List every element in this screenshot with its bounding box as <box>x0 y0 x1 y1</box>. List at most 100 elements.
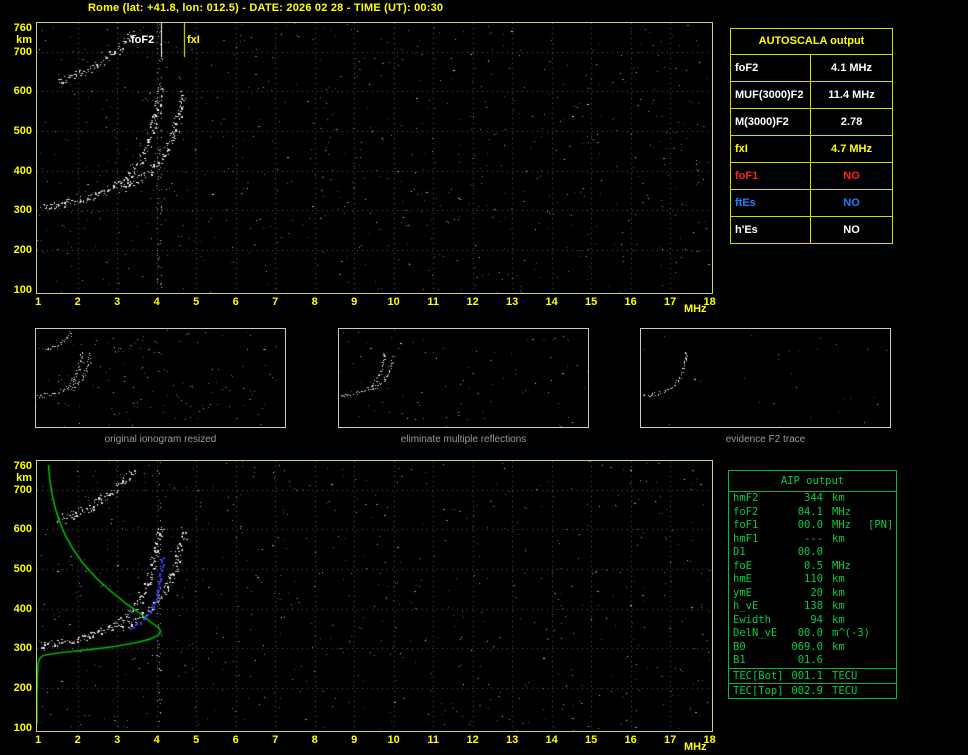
aip-param-value: 344 <box>804 492 823 504</box>
autoscala-param-name: M(3000)F2 <box>731 109 811 135</box>
autoscala-param-name: fxI <box>731 136 811 162</box>
aip-param-name: foE <box>733 559 752 572</box>
x-tick-label: 11 <box>427 734 439 746</box>
aip-param-value: 0.5 <box>804 559 823 572</box>
x-tick-label: 10 <box>387 296 400 308</box>
aip-param-value: 94 <box>810 613 823 626</box>
y-tick-label: 300 <box>13 204 32 217</box>
y-axis-unit-label: km <box>16 472 32 484</box>
aip-param-name: TEC[Top] <box>733 684 784 697</box>
aip-param-name: B1 <box>733 654 746 666</box>
y-tick-label: 500 <box>13 563 32 575</box>
autoscala-row: h'Es NO <box>731 217 892 243</box>
aip-row: ymE 20 km <box>729 587 896 601</box>
profile-ionogram-canvas <box>37 461 712 731</box>
aip-param-flag <box>867 546 896 560</box>
x-tick-label: 17 <box>664 296 677 308</box>
autoscala-param-value: 4.1 MHz <box>831 62 872 74</box>
x-tick-label: 14 <box>545 734 558 746</box>
station-date-time-title: Rome (lat: +41.8, lon: 012.5) - DATE: 20… <box>88 2 444 14</box>
aip-param-flag <box>867 654 896 668</box>
aip-param-value: 002.9 <box>791 684 823 697</box>
y-tick-label: 300 <box>13 642 32 655</box>
aip-param-unit: TECU <box>832 669 858 682</box>
aip-param-value: 00.0 <box>797 627 823 639</box>
aip-param-flag <box>867 492 896 506</box>
aip-param-name: Ewidth <box>733 613 771 626</box>
autoscala-row: foF1 NO <box>731 163 892 190</box>
aip-row: hmE 110 km <box>729 573 896 587</box>
aip-param-name: ymE <box>733 586 752 599</box>
autoscala-param-value: 11.4 MHz <box>828 89 875 101</box>
y-tick-label: 760 <box>13 459 32 472</box>
aip-param-unit: m^(-3) <box>832 627 870 639</box>
x-tick-label: 7 <box>272 296 279 308</box>
profile-ionogram-plot <box>36 460 713 732</box>
aip-row: foF2 04.1 MHz <box>729 506 896 520</box>
main-ionogram-plot <box>36 22 713 294</box>
aip-param-name: TEC[Bot] <box>733 669 784 682</box>
autoscala-row: MUF(3000)F2 11.4 MHz <box>731 82 892 109</box>
aip-param-name: hmE <box>733 573 752 585</box>
autoscala-window: Rome (lat: +41.8, lon: 012.5) - DATE: 20… <box>0 0 968 755</box>
aip-param-value: 01.6 <box>797 654 823 666</box>
aip-param-value: 00.0 <box>797 519 823 531</box>
x-tick-label: 7 <box>272 734 279 746</box>
fxi-marker-label: fxI <box>187 34 200 46</box>
y-tick-label: 200 <box>13 244 32 257</box>
aip-row: foE 0.5 MHz <box>729 560 896 574</box>
aip-param-unit: MHz <box>832 519 851 531</box>
aip-row: foF1 00.0 MHz [PN] <box>729 519 896 533</box>
aip-param-unit: km <box>832 586 845 599</box>
aip-param-name: hmF2 <box>733 492 759 504</box>
thumbnail-original-canvas <box>36 329 285 427</box>
aip-row: Ewidth 94 km <box>729 614 896 628</box>
aip-param-unit: km <box>832 573 845 585</box>
y-tick-label: 400 <box>13 602 32 615</box>
x-tick-label: 5 <box>193 296 200 308</box>
aip-output-table: AIP output hmF2 344 km foF2 04.1 MHz foF1 00.0 M… <box>728 470 897 699</box>
aip-param-flag <box>867 600 896 614</box>
autoscala-param-value: 4.7 MHz <box>831 143 872 155</box>
x-tick-label: 16 <box>624 734 637 746</box>
aip-param-name: foF1 <box>733 519 759 531</box>
thumbnail-no-multiples-canvas <box>339 329 588 427</box>
x-tick-label: 10 <box>387 734 400 746</box>
aip-param-name: D1 <box>733 546 746 558</box>
aip-param-flag <box>867 614 896 628</box>
x-tick-label: 4 <box>153 734 160 746</box>
x-axis-unit-label: MHz <box>683 741 707 753</box>
thumbnail-f2-trace <box>640 328 891 428</box>
aip-row: B0 069.0 km <box>729 641 896 655</box>
aip-param-flag <box>867 560 896 574</box>
aip-param-flag <box>867 533 896 547</box>
x-tick-label: 8 <box>311 734 318 746</box>
y-tick-label: 100 <box>13 721 32 734</box>
thumbnail-original-ionogram <box>35 328 286 428</box>
aip-param-name: h_vE <box>733 600 759 612</box>
y-tick-label: 200 <box>13 682 32 695</box>
aip-param-unit: km <box>832 492 845 504</box>
aip-param-value: 00.0 <box>797 546 823 558</box>
y-tick-label: 600 <box>13 85 32 98</box>
x-tick-label: 11 <box>427 296 439 308</box>
x-tick-label: 6 <box>232 734 239 746</box>
x-tick-label: 13 <box>506 734 519 746</box>
aip-param-flag <box>867 587 896 601</box>
aip-param-flag <box>867 573 896 587</box>
aip-param-unit: km <box>832 600 845 612</box>
y-tick-label: 600 <box>13 523 32 536</box>
autoscala-param-name: MUF(3000)F2 <box>731 82 811 108</box>
aip-row: B1 01.6 <box>729 654 896 668</box>
aip-param-flag <box>867 669 896 683</box>
x-tick-label: 3 <box>114 296 121 308</box>
aip-param-value: 138 <box>804 600 823 612</box>
autoscala-param-name: foF2 <box>731 55 811 81</box>
aip-row: TEC[Top] 002.9 TECU <box>729 682 896 698</box>
aip-param-unit: km <box>832 640 845 653</box>
thumbnail-caption-f2-trace: evidence F2 trace <box>725 434 806 445</box>
aip-param-unit: MHz <box>832 505 851 518</box>
aip-param-unit: MHz <box>832 559 851 572</box>
aip-row: D1 00.0 <box>729 546 896 560</box>
x-tick-label: 2 <box>74 296 81 308</box>
